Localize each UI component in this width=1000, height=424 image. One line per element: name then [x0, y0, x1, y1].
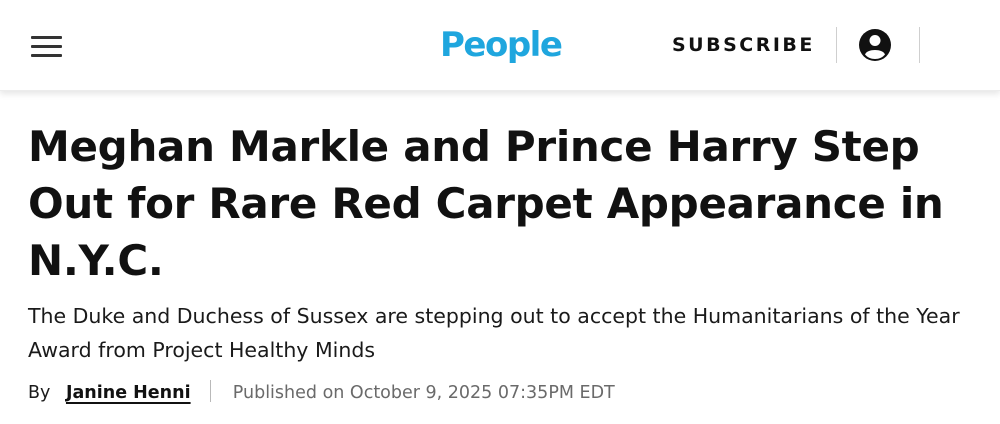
- byline-prefix: By: [28, 383, 51, 403]
- publish-date: Published on October 9, 2025 07:35PM EDT: [232, 383, 615, 403]
- header-divider: [836, 27, 837, 63]
- hamburger-menu-icon[interactable]: [31, 34, 62, 58]
- byline: By Janine Henni Published on October 9, …: [28, 380, 978, 406]
- site-header: People SUBSCRIBE: [0, 0, 1000, 91]
- people-logo[interactable]: People: [440, 20, 563, 70]
- article-dek: The Duke and Duchess of Sussex are stepp…: [28, 304, 960, 362]
- byline-divider: [210, 380, 212, 402]
- header-divider-right: [919, 27, 920, 63]
- subscribe-button[interactable]: SUBSCRIBE: [672, 31, 815, 59]
- article-headline: Meghan Markle and Prince Harry Step Out …: [28, 122, 944, 285]
- user-account-icon[interactable]: [858, 28, 892, 62]
- article-header: Meghan Markle and Prince Harry Step Out …: [28, 118, 978, 406]
- author-link[interactable]: Janine Henni: [66, 383, 191, 403]
